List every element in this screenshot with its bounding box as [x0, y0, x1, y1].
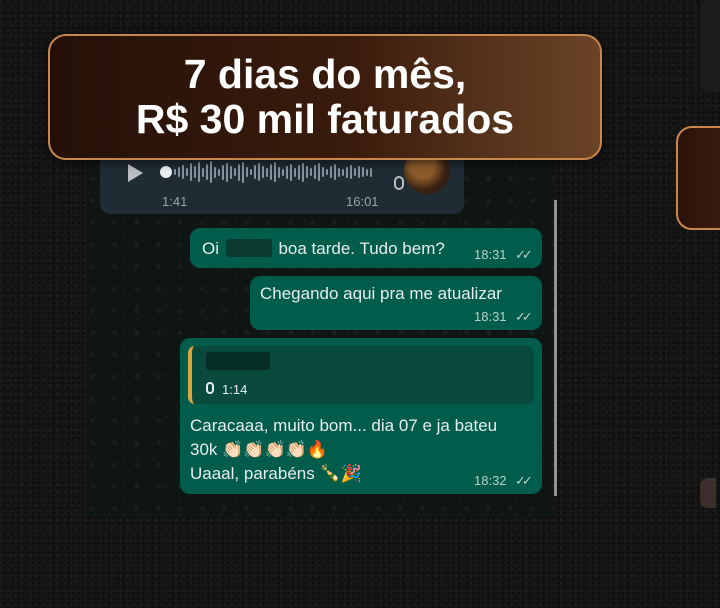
waveform-bar	[370, 167, 372, 177]
waveform-bar	[242, 161, 244, 183]
waveform-bar	[222, 164, 224, 180]
waveform-bar	[254, 165, 256, 179]
waveform-bar	[362, 167, 364, 177]
message-bubble: 1:14 Caracaaa, muito bom... dia 07 e ja …	[180, 338, 542, 494]
headline-line-2: R$ 30 mil faturados	[135, 96, 515, 142]
waveform-bar	[302, 162, 304, 182]
message-text: Chegando aqui pra me atualizar	[260, 284, 502, 303]
waveform-bar	[270, 164, 272, 180]
waveform-bar	[246, 167, 248, 177]
waveform-bar	[322, 167, 324, 177]
headline-banner: 7 dias do mês, R$ 30 mil faturados	[48, 34, 602, 160]
waveform-bar	[282, 168, 284, 176]
waveform-bar	[358, 166, 360, 178]
waveform-bar	[174, 169, 176, 175]
mic-icon	[206, 382, 214, 394]
read-ticks-icon: ✓✓	[515, 247, 533, 262]
waveform-bar	[206, 164, 208, 180]
mic-icon	[394, 176, 404, 190]
waveform-bar	[350, 165, 352, 179]
waveform-bar	[214, 166, 216, 178]
scrollbar[interactable]	[554, 200, 557, 496]
message-time: 18:31	[474, 309, 507, 324]
waveform-bar	[314, 165, 316, 179]
read-ticks-icon: ✓✓	[515, 309, 533, 324]
waveform-bar	[210, 161, 212, 183]
waveform-bar	[274, 162, 276, 182]
play-icon[interactable]	[128, 164, 143, 182]
side-highlight-card	[676, 126, 720, 230]
waveform-bar	[178, 167, 180, 177]
message-text-start: Oi	[202, 239, 219, 258]
waveform-bar	[346, 166, 348, 178]
waveform-bar	[334, 164, 336, 180]
waveform-bar	[278, 166, 280, 178]
waveform-bar	[226, 162, 228, 182]
quoted-voice-message[interactable]: 1:14	[188, 346, 534, 404]
audio-progress-dot[interactable]	[160, 166, 172, 178]
waveform-bar	[202, 167, 204, 177]
waveform-bar	[354, 168, 356, 176]
waveform-bar	[266, 167, 268, 177]
waveform-bar	[306, 166, 308, 178]
message-bubble: Chegando aqui pra me atualizar 18:31 ✓✓	[250, 276, 542, 330]
voice-message-time: 16:01	[346, 194, 379, 209]
waveform-bar	[194, 166, 196, 178]
voice-message-duration: 1:41	[162, 194, 188, 209]
message-bubble: Oi boa tarde. Tudo bem? 18:31 ✓✓	[190, 228, 542, 268]
waveform-bar	[250, 169, 252, 175]
waveform-bar	[326, 169, 328, 175]
quoted-audio-duration: 1:14	[222, 382, 248, 397]
waveform-bar	[198, 162, 200, 182]
waveform-bar	[234, 168, 236, 176]
message-time: 18:31	[474, 247, 507, 262]
waveform-bar	[218, 168, 220, 176]
waveform-bar	[366, 168, 368, 176]
waveform-bar	[286, 165, 288, 179]
message-text-line: Caracaaa, muito bom... dia 07 e ja bateu	[190, 416, 498, 435]
headline-line-1: 7 dias do mês,	[183, 51, 467, 97]
redacted-name	[206, 352, 270, 370]
waveform-bar	[290, 163, 292, 181]
waveform-bar	[230, 165, 232, 179]
waveform-bar	[238, 163, 240, 181]
waveform-bar	[190, 163, 192, 181]
waveform-bar	[186, 168, 188, 176]
message-text-line: 30k 👏🏻👏🏻👏🏻👏🏻🔥	[190, 440, 328, 459]
read-ticks-icon: ✓✓	[515, 473, 533, 488]
waveform-bar	[310, 168, 312, 176]
message-time: 18:32	[474, 473, 507, 488]
waveform-bar	[338, 167, 340, 177]
message-text-line: Uaaal, parabéns 🍾🎉	[190, 464, 362, 483]
waveform-bar	[330, 166, 332, 178]
waveform-bar	[262, 166, 264, 178]
background-card	[700, 0, 720, 92]
edge-thumbnail	[700, 478, 716, 508]
message-text: Oi boa tarde. Tudo bem?	[202, 239, 445, 259]
waveform-bar	[294, 167, 296, 177]
audio-waveform	[174, 160, 378, 184]
message-text-end: boa tarde. Tudo bem?	[278, 239, 445, 258]
waveform-bar	[182, 165, 184, 179]
waveform-bar	[298, 164, 300, 180]
waveform-bar	[318, 163, 320, 181]
redacted-name	[225, 239, 272, 257]
waveform-bar	[342, 168, 344, 176]
waveform-bar	[258, 163, 260, 181]
